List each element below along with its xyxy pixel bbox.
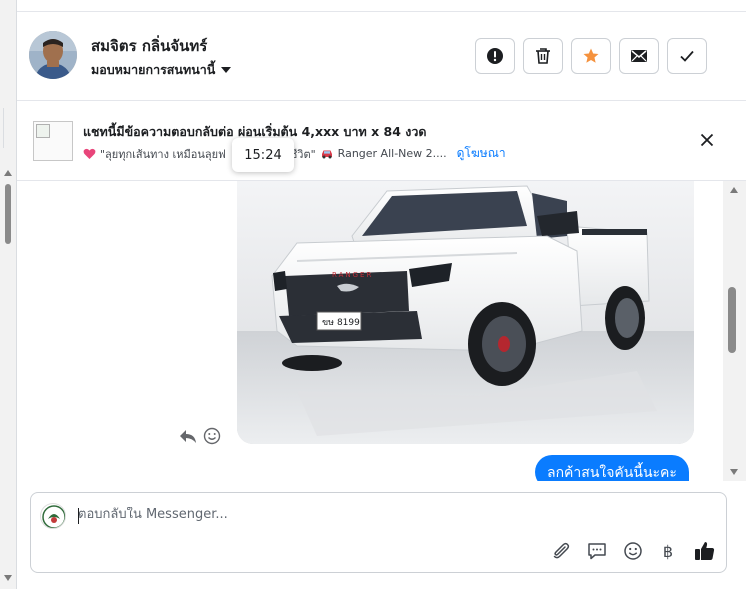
payment-baht-icon[interactable]: ฿: [657, 540, 679, 562]
heart-icon: [83, 148, 96, 159]
envelope-icon: [631, 50, 647, 62]
conversation-header: สมจิตร กลิ่นจันทร์ มอบหมายการสนทนานี้: [17, 12, 746, 101]
star-icon: [583, 48, 599, 63]
exclamation-circle-icon: [487, 48, 503, 64]
left-scrollbar[interactable]: [0, 0, 17, 589]
ad-thumbnail[interactable]: [33, 121, 73, 161]
car-photo: RANGER ขษ 8199: [237, 181, 694, 444]
trash-icon: [536, 48, 550, 64]
ad-product-name: Ranger All-New 2....: [337, 147, 447, 160]
paperclip-icon: [553, 542, 570, 559]
saved-replies-button[interactable]: [586, 540, 608, 562]
messenger-conversation-panel: สมจิตร กลิ่นจันทร์ มอบหมายการสนทนานี้ แช…: [0, 0, 746, 589]
ad-reply-banner: แชทนี้มีข้อความตอบกลับต่อ ผ่อนเริ่มต้น 4…: [17, 101, 746, 181]
scroll-up-arrow-icon[interactable]: [730, 187, 738, 193]
chat-bubble-icon: [588, 543, 606, 560]
like-button[interactable]: [694, 540, 716, 562]
reply-icon[interactable]: [179, 428, 197, 444]
ad-subtitle: "ลุยทุกเส้นทาง เหมือนลุยฟ ชีวิต" Ranger …: [83, 144, 506, 163]
scrollbar-thumb[interactable]: [728, 287, 736, 353]
message-actions: [179, 427, 221, 445]
checkmark-icon: [680, 50, 694, 62]
panel-divider: [0, 108, 4, 148]
mark-done-button[interactable]: [667, 38, 707, 74]
close-icon: [700, 133, 714, 147]
broken-image-icon: [36, 124, 50, 138]
delete-button[interactable]: [523, 38, 563, 74]
outgoing-message-bubble[interactable]: ลกค้าสนใจคันนี้นะคะ: [535, 455, 689, 481]
thumbs-up-icon: [695, 542, 715, 560]
license-plate-text: ขษ 8199: [322, 318, 360, 328]
mark-unread-button[interactable]: [619, 38, 659, 74]
grille-text: RANGER: [332, 271, 373, 279]
react-smiley-icon[interactable]: [203, 427, 221, 445]
scroll-up-arrow-icon[interactable]: [4, 170, 12, 176]
car-emoji-icon: [321, 150, 332, 159]
emoji-button[interactable]: [622, 540, 644, 562]
view-ad-link[interactable]: ดูโฆษณา: [457, 144, 506, 163]
contact-name: สมจิตร กลิ่นจันทร์: [91, 37, 208, 55]
assign-conversation-dropdown[interactable]: มอบหมายการสนทนานี้: [91, 60, 232, 80]
reply-input[interactable]: [78, 507, 678, 522]
assign-label: มอบหมายการสนทนานี้: [91, 62, 216, 77]
timestamp-tooltip: 15:24: [232, 138, 294, 172]
contact-avatar[interactable]: [29, 31, 77, 79]
reply-composer: ฿: [30, 492, 727, 573]
message-list[interactable]: RANGER ขษ 8199 ลกค้าสนใจคันนี้นะคะ: [17, 181, 723, 481]
attach-button[interactable]: [550, 540, 572, 562]
page-avatar: [40, 503, 66, 529]
mark-spam-button[interactable]: [475, 38, 515, 74]
star-button[interactable]: [571, 38, 611, 74]
car-photo-attachment[interactable]: RANGER ขษ 8199: [237, 181, 694, 444]
ad-quote-text: "ลุยทุกเส้นทาง เหมือนลุยฟ: [100, 147, 226, 161]
scrollbar-thumb[interactable]: [5, 184, 11, 244]
close-banner-button[interactable]: [698, 131, 716, 149]
caret-down-icon: [221, 67, 232, 73]
emoji-icon: [624, 542, 642, 560]
message-scrollbar[interactable]: [723, 181, 746, 481]
scroll-down-arrow-icon[interactable]: [4, 575, 12, 581]
scroll-down-arrow-icon[interactable]: [730, 469, 738, 475]
